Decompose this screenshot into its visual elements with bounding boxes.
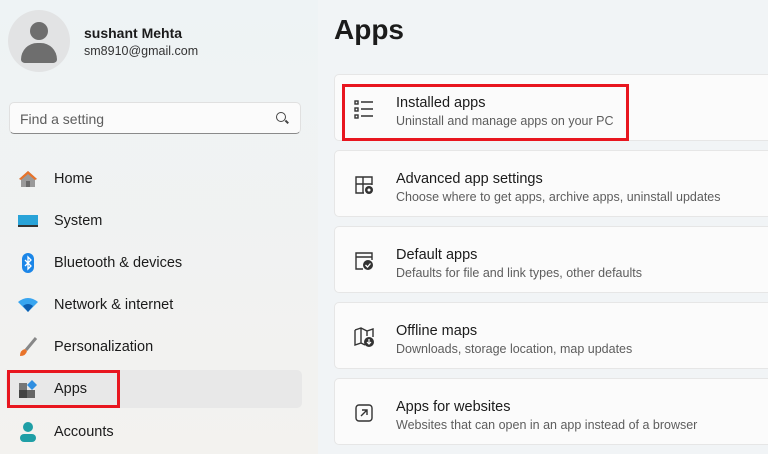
search-icon[interactable] [276, 112, 286, 122]
sidebar: sushant Mehta sm8910@gmail.com Find a se… [0, 0, 318, 454]
sidebar-item-label: Network & internet [54, 297, 174, 313]
search-input[interactable]: Find a setting [9, 102, 301, 134]
bluetooth-icon [22, 253, 34, 273]
card-title: Default apps [396, 247, 478, 263]
sidebar-item-personalization[interactable]: Personalization [6, 328, 302, 366]
card-title: Apps for websites [396, 399, 511, 415]
sidebar-item-label: Home [54, 171, 93, 187]
card-default-apps[interactable]: Default apps Defaults for file and link … [334, 226, 768, 293]
card-subtitle: Websites that can open in an app instead… [396, 418, 698, 432]
sidebar-item-label: Bluetooth & devices [54, 255, 183, 271]
brush-icon [20, 337, 38, 356]
card-title: Advanced app settings [396, 171, 543, 187]
user-name: sushant Mehta [84, 25, 183, 41]
card-apps-for-websites[interactable]: Apps for websites Websites that can open… [334, 378, 768, 445]
sidebar-item-label: Personalization [54, 339, 154, 355]
home-icon [19, 171, 37, 187]
wifi-icon [18, 298, 38, 312]
sidebar-item-accounts[interactable]: Accounts [6, 413, 302, 451]
card-offline-maps[interactable]: Offline maps Downloads, storage location… [334, 302, 768, 369]
user-email: sm8910@gmail.com [84, 44, 199, 58]
sidebar-item-label: Accounts [54, 424, 114, 440]
map-icon [354, 327, 374, 347]
accounts-icon [20, 422, 36, 442]
card-subtitle: Defaults for file and link types, other … [396, 266, 642, 280]
app-settings-icon [355, 176, 373, 194]
default-apps-icon [355, 252, 373, 270]
sidebar-item-system[interactable]: System [6, 202, 302, 240]
highlight-box [7, 370, 120, 408]
highlight-box [342, 84, 629, 141]
search-placeholder: Find a setting [20, 111, 105, 127]
page-title: Apps [334, 14, 404, 45]
card-advanced-app-settings[interactable]: Advanced app settings Choose where to ge… [334, 150, 768, 217]
sidebar-item-home[interactable]: Home [6, 160, 302, 198]
sidebar-item-network[interactable]: Network & internet [6, 286, 302, 324]
avatar[interactable] [8, 10, 70, 72]
sidebar-item-bluetooth[interactable]: Bluetooth & devices [6, 244, 302, 282]
sidebar-item-label: System [54, 213, 103, 229]
system-icon [18, 215, 38, 227]
card-subtitle: Choose where to get apps, archive apps, … [396, 190, 721, 204]
open-link-icon [355, 404, 373, 422]
card-subtitle: Downloads, storage location, map updates [396, 342, 633, 356]
card-title: Offline maps [396, 323, 478, 339]
